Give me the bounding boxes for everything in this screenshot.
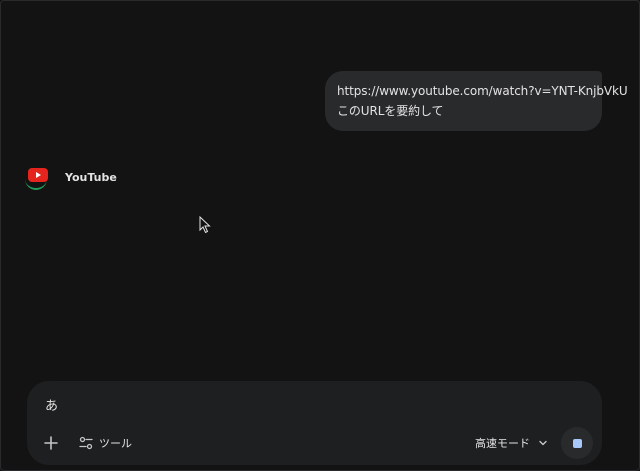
mode-selector[interactable]: 高速モード xyxy=(475,433,548,453)
add-button[interactable] xyxy=(41,433,61,453)
user-message-bubble: https://www.youtube.com/watch?v=YNT-Knjb… xyxy=(325,71,628,131)
mouse-cursor-icon xyxy=(199,216,211,234)
mode-label: 高速モード xyxy=(475,437,530,450)
user-message-url[interactable]: https://www.youtube.com/watch?v=YNT-Knjb… xyxy=(337,81,628,101)
stop-button[interactable] xyxy=(561,427,593,459)
prompt-composer: あ ツール 高速モード xyxy=(27,381,602,465)
tune-icon xyxy=(79,436,93,450)
youtube-logo-icon xyxy=(25,164,51,190)
chat-window: https://www.youtube.com/watch?v=YNT-Knjb… xyxy=(0,0,640,471)
user-message-text: このURLを要約して xyxy=(337,104,444,118)
stop-icon xyxy=(572,438,582,448)
tools-label: ツール xyxy=(99,437,132,450)
plus-icon xyxy=(44,436,58,450)
prompt-input[interactable]: あ xyxy=(45,395,58,414)
chevron-down-icon xyxy=(539,440,547,446)
tools-button[interactable]: ツール xyxy=(79,433,132,453)
response-header: YouTube xyxy=(25,163,117,191)
response-source-name: YouTube xyxy=(65,170,117,184)
